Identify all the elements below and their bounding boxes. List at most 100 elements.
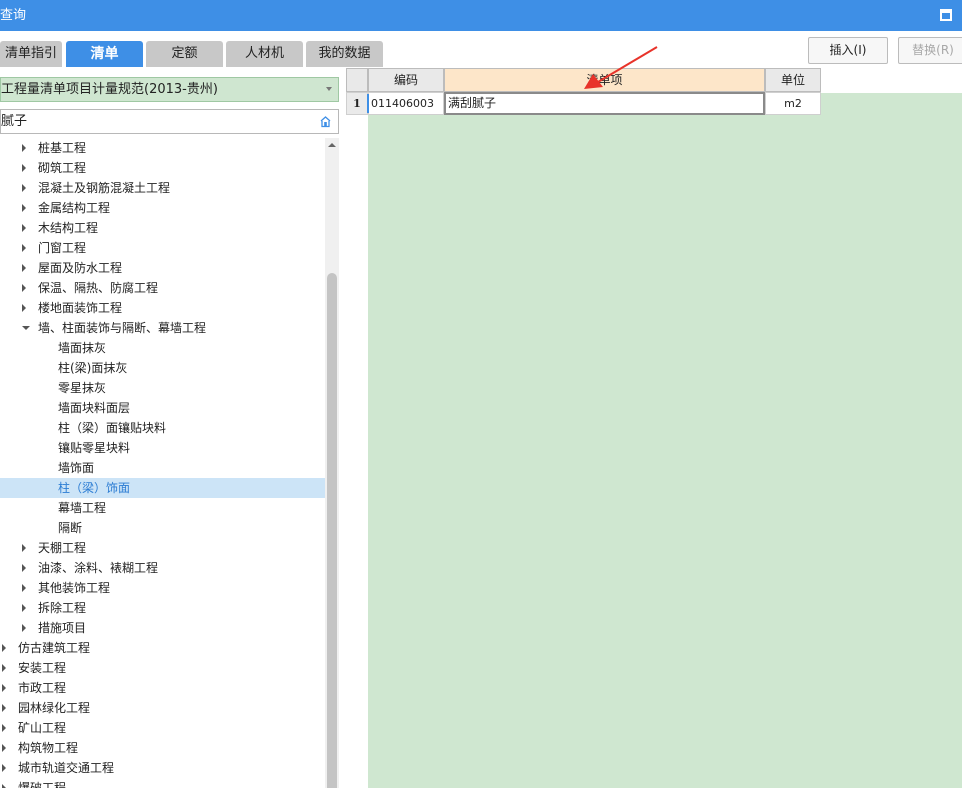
tree-node[interactable]: 墙饰面 xyxy=(0,458,325,478)
scroll-up-icon[interactable] xyxy=(328,143,336,147)
title-bar: 查询 xyxy=(0,0,962,31)
tab-list[interactable]: 清单 xyxy=(66,41,143,67)
expand-open-icon[interactable] xyxy=(22,326,30,330)
tree-node[interactable]: 砌筑工程 xyxy=(0,158,325,178)
tree-node-label: 楼地面装饰工程 xyxy=(38,301,123,315)
category-tree: 桩基工程砌筑工程混凝土及钢筋混凝土工程 金属结构工程木结构工程 门窗工程屋面及防水工… xyxy=(0,138,325,788)
tree-node-label: 矿山工程 xyxy=(18,721,67,735)
tree-node[interactable]: 仿古建筑工程 xyxy=(0,638,325,658)
expand-closed-icon[interactable] xyxy=(2,704,6,712)
tree-node[interactable]: 楼地面装饰工程 xyxy=(0,298,325,318)
expand-closed-icon[interactable] xyxy=(22,624,26,632)
tree-node[interactable]: 柱（梁）饰面 xyxy=(0,478,325,498)
tab-my-data[interactable]: 我的数据 xyxy=(306,41,383,67)
grid-corner-header xyxy=(346,68,368,92)
expand-closed-icon[interactable] xyxy=(2,644,6,652)
tree-node[interactable]: 柱(梁)面抹灰 xyxy=(0,358,325,378)
tree-node-label: 园林绿化工程 xyxy=(18,701,91,715)
tree-node[interactable]: 墙面块料面层 xyxy=(0,398,325,418)
chevron-down-icon[interactable] xyxy=(326,87,332,91)
expand-closed-icon[interactable] xyxy=(22,164,26,172)
search-icon[interactable] xyxy=(319,115,332,128)
tree-node-label: 油漆、涂料、裱糊工程 xyxy=(38,561,159,575)
grid-empty-area xyxy=(368,93,962,788)
tree-node-label: 金属结构工程 xyxy=(38,201,111,215)
tree-node-label: 隔断 xyxy=(58,521,83,535)
tree-node[interactable]: 市政工程 xyxy=(0,678,325,698)
tree-node[interactable]: 零星抹灰 xyxy=(0,378,325,398)
scrollbar-thumb[interactable] xyxy=(327,273,337,788)
tree-node[interactable]: 其他装饰工程 xyxy=(0,578,325,598)
tree-node[interactable]: 园林绿化工程 xyxy=(0,698,325,718)
tree-node[interactable]: 天棚工程 xyxy=(0,538,325,558)
expand-closed-icon[interactable] xyxy=(2,684,6,692)
expand-closed-icon[interactable] xyxy=(22,604,26,612)
expand-closed-icon[interactable] xyxy=(22,184,26,192)
expand-closed-icon[interactable] xyxy=(2,764,6,772)
search-input[interactable]: 腻子 xyxy=(0,109,339,134)
expand-closed-icon[interactable] xyxy=(2,724,6,732)
tab-quota[interactable]: 定额 xyxy=(146,41,223,67)
tree-node[interactable]: 墙面抹灰 xyxy=(0,338,325,358)
expand-closed-icon[interactable] xyxy=(2,744,6,752)
column-header-item[interactable]: 清单项 xyxy=(444,68,765,92)
tree-node[interactable]: 矿山工程 xyxy=(0,718,325,738)
tree-node[interactable]: 门窗工程 xyxy=(0,238,325,258)
tree-node[interactable]: 镶贴零星块料 xyxy=(0,438,325,458)
tree-node[interactable]: 墙、柱面装饰与隔断、幕墙工程 xyxy=(0,318,325,338)
tree-node[interactable]: 桩基工程 xyxy=(0,138,325,158)
tree-node[interactable]: 屋面及防水工程 xyxy=(0,258,325,278)
tree-node-label: 保温、隔热、防腐工程 xyxy=(38,281,159,295)
expand-closed-icon[interactable] xyxy=(2,664,6,672)
tree-node[interactable]: 金属结构工程 xyxy=(0,198,325,218)
tree-node-label: 仿古建筑工程 xyxy=(18,641,91,655)
expand-closed-icon[interactable] xyxy=(22,244,26,252)
tree-node[interactable]: 构筑物工程 xyxy=(0,738,325,758)
tree-node[interactable]: 拆除工程 xyxy=(0,598,325,618)
tree-node[interactable]: 混凝土及钢筋混凝土工程 xyxy=(0,178,325,198)
expand-closed-icon[interactable] xyxy=(2,784,6,788)
tree-node[interactable]: 油漆、涂料、裱糊工程 xyxy=(0,558,325,578)
insert-button[interactable]: 插入(I) xyxy=(808,37,888,64)
expand-closed-icon[interactable] xyxy=(22,544,26,552)
tree-node-label: 墙面抹灰 xyxy=(58,341,107,355)
tree-node[interactable]: 措施项目 xyxy=(0,618,325,638)
tree-node-label: 屋面及防水工程 xyxy=(38,261,123,275)
expand-closed-icon[interactable] xyxy=(22,144,26,152)
tree-node-label: 城市轨道交通工程 xyxy=(18,761,115,775)
maximize-icon[interactable] xyxy=(940,9,952,21)
cell-item[interactable]: 满刮腻子 xyxy=(444,92,765,115)
expand-closed-icon[interactable] xyxy=(22,564,26,572)
tab-list-guide[interactable]: 清单指引 xyxy=(0,41,62,67)
tree-node[interactable]: 柱（梁）面镶贴块料 xyxy=(0,418,325,438)
library-select[interactable]: 工程量清单项目计量规范(2013-贵州) xyxy=(0,77,339,102)
tree-node-label: 混凝土及钢筋混凝土工程 xyxy=(38,181,171,195)
tree-node[interactable]: 爆破工程 xyxy=(0,778,325,788)
tree-node-label: 镶贴零星块料 xyxy=(58,441,131,455)
tree-node-label: 墙面块料面层 xyxy=(58,401,131,415)
tree-node-label: 桩基工程 xyxy=(38,141,87,155)
tree-node[interactable]: 安装工程 xyxy=(0,658,325,678)
cell-code[interactable]: 011406003 xyxy=(368,92,444,115)
column-header-unit[interactable]: 单位 xyxy=(765,68,821,92)
expand-closed-icon[interactable] xyxy=(22,584,26,592)
expand-closed-icon[interactable] xyxy=(22,284,26,292)
tree-node[interactable]: 木结构工程 xyxy=(0,218,325,238)
tree-node[interactable]: 保温、隔热、防腐工程 xyxy=(0,278,325,298)
expand-closed-icon[interactable] xyxy=(22,204,26,212)
column-header-code[interactable]: 编码 xyxy=(368,68,444,92)
tree-node-label: 幕墙工程 xyxy=(58,501,107,515)
tree-node[interactable]: 隔断 xyxy=(0,518,325,538)
row-number[interactable]: 1 xyxy=(346,92,368,115)
expand-closed-icon[interactable] xyxy=(22,264,26,272)
tab-labor-material-machine[interactable]: 人材机 xyxy=(226,41,303,67)
expand-closed-icon[interactable] xyxy=(22,224,26,232)
replace-button[interactable]: 替换(R) xyxy=(898,37,962,64)
tree-node[interactable]: 幕墙工程 xyxy=(0,498,325,518)
tree-node-label: 措施项目 xyxy=(38,621,87,635)
tree-scrollbar[interactable] xyxy=(325,138,339,788)
tree-node[interactable]: 城市轨道交通工程 xyxy=(0,758,325,778)
expand-closed-icon[interactable] xyxy=(22,304,26,312)
tree-node-label: 拆除工程 xyxy=(38,601,87,615)
cell-unit[interactable]: m2 xyxy=(765,92,821,115)
